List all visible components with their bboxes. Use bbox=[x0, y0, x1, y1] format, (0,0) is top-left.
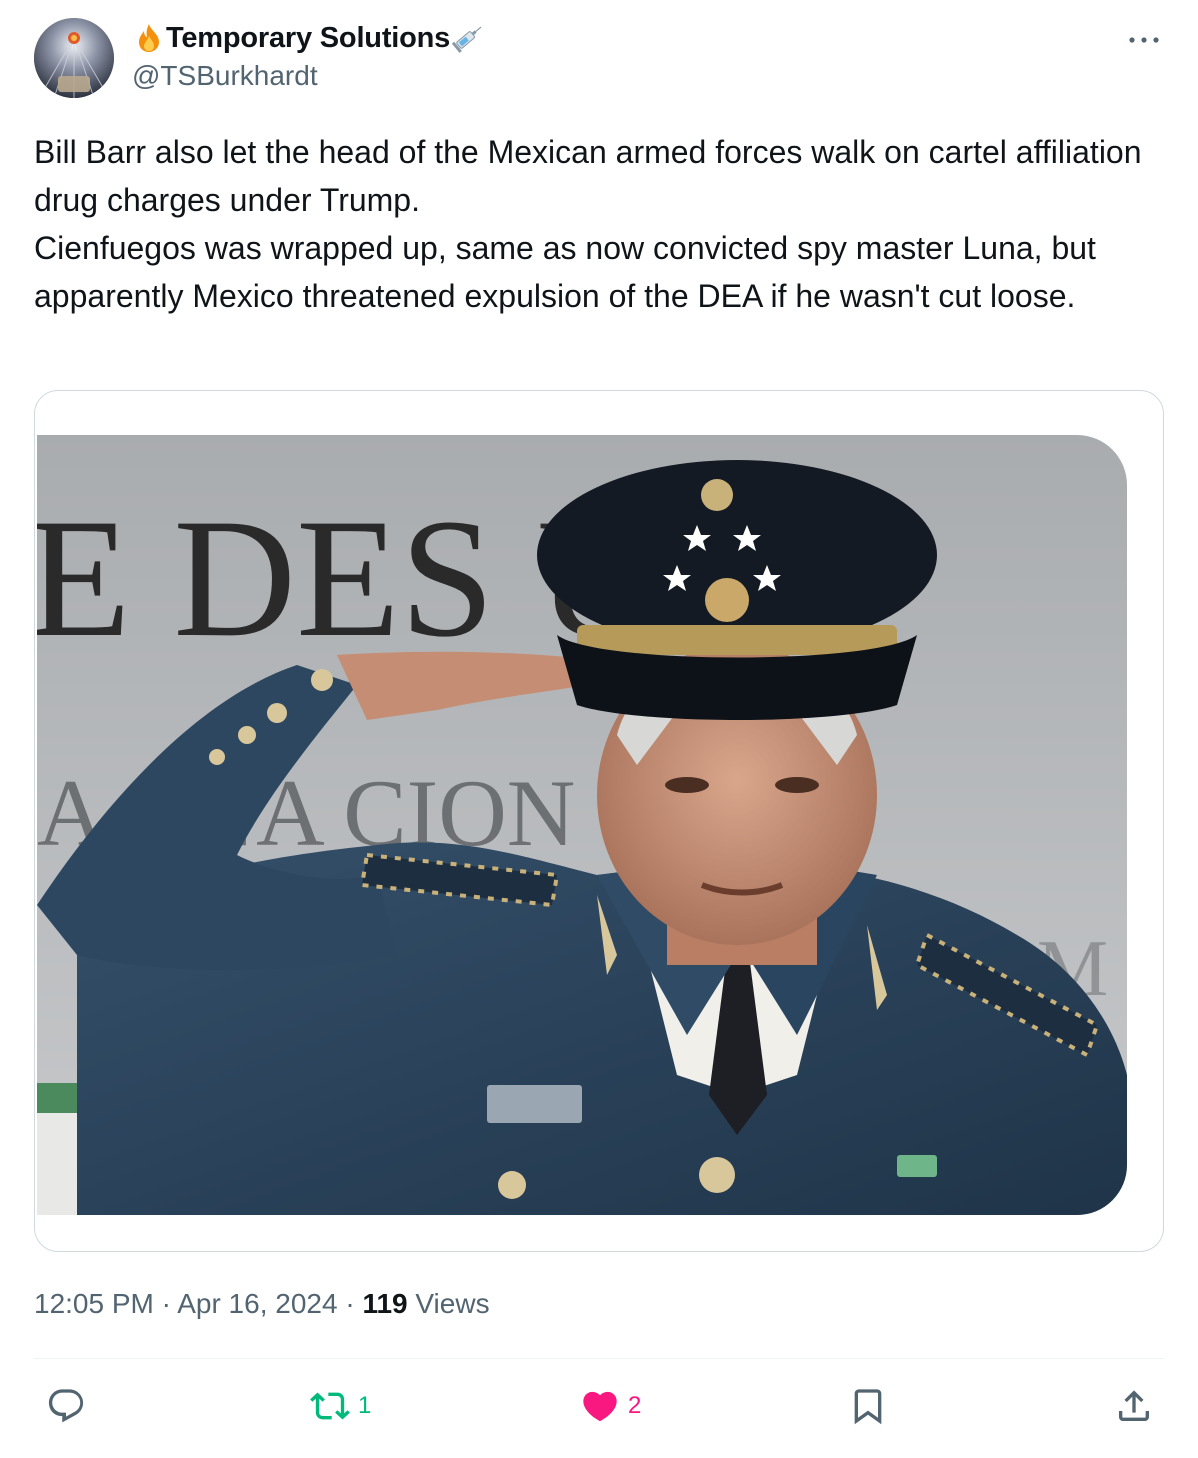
tweet-text: Bill Barr also let the head of the Mexic… bbox=[34, 128, 1164, 320]
tweet-time[interactable]: 12:05 PM bbox=[34, 1288, 154, 1319]
media-card[interactable]: E DES UC A AÑA CION M bbox=[34, 390, 1164, 1252]
like-count: 2 bbox=[628, 1392, 642, 1419]
bookmark-button[interactable] bbox=[848, 1384, 888, 1428]
reply-button[interactable] bbox=[46, 1384, 94, 1428]
like-button[interactable]: 2 bbox=[580, 1384, 641, 1428]
views-count: 119 bbox=[362, 1288, 408, 1319]
author-handle[interactable]: @TSBurkhardt bbox=[132, 60, 318, 92]
tweet-photo[interactable]: E DES UC A AÑA CION M bbox=[37, 435, 1127, 1215]
views-label: Views bbox=[415, 1288, 490, 1319]
more-options-button[interactable] bbox=[1124, 22, 1164, 58]
tweet-date[interactable]: Apr 16, 2024 bbox=[177, 1288, 337, 1319]
tweet-meta: 12:05 PM · Apr 16, 2024 · 119 Views bbox=[34, 1288, 490, 1320]
bookmark-icon bbox=[854, 1389, 882, 1425]
photo-general-saluting: E DES UC A AÑA CION M bbox=[37, 435, 1127, 1215]
more-icon bbox=[1129, 37, 1159, 43]
author-name-row[interactable]: Temporary Solutions bbox=[132, 18, 486, 58]
retweet-button[interactable]: 1 bbox=[310, 1384, 371, 1428]
meta-separator: · bbox=[345, 1288, 355, 1319]
retweet-count: 1 bbox=[358, 1392, 372, 1419]
avatar[interactable] bbox=[34, 18, 114, 98]
tweet-paragraph: Cienfuegos was wrapped up, same as now c… bbox=[34, 230, 1096, 314]
share-button[interactable] bbox=[1114, 1384, 1154, 1428]
meta-separator: · bbox=[161, 1288, 171, 1319]
syringe-emoji bbox=[450, 21, 486, 55]
reply-icon bbox=[48, 1389, 84, 1423]
heart-icon bbox=[583, 1391, 617, 1422]
retweet-icon bbox=[310, 1392, 350, 1420]
tweet-paragraph: Bill Barr also let the head of the Mexic… bbox=[34, 134, 1142, 218]
divider bbox=[34, 1358, 1164, 1359]
avatar-image bbox=[34, 18, 114, 98]
display-name[interactable]: Temporary Solutions bbox=[166, 22, 450, 55]
fire-emoji bbox=[132, 21, 166, 55]
share-icon bbox=[1119, 1390, 1149, 1421]
